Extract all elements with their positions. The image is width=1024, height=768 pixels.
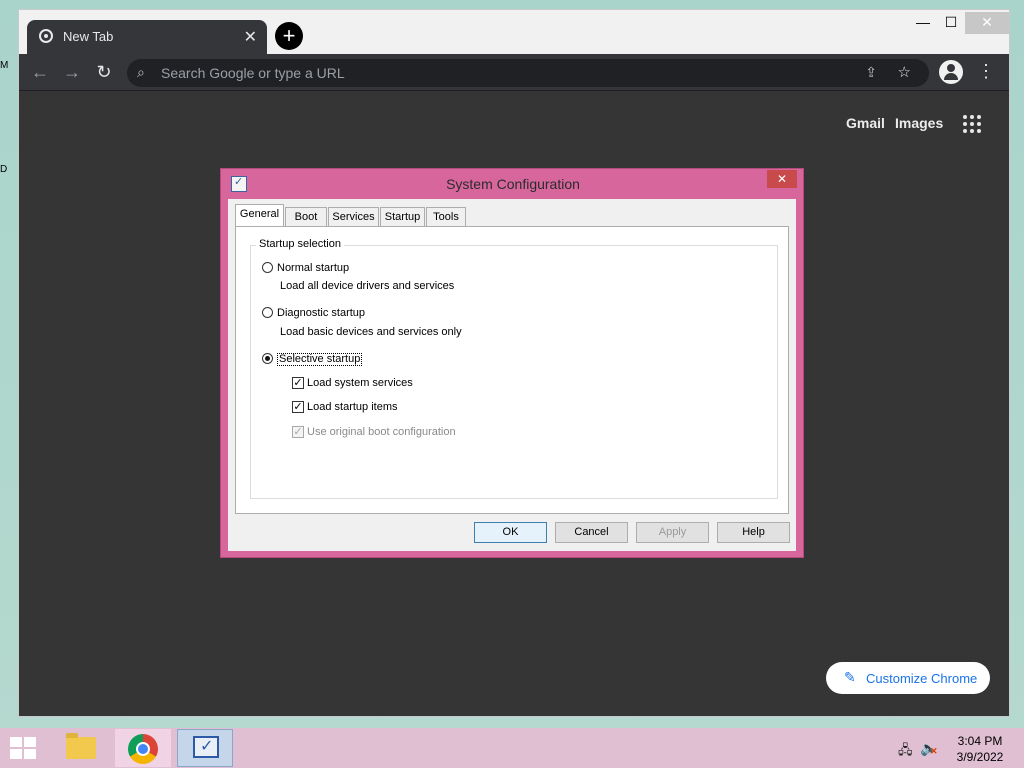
taskbar-file-explorer[interactable] — [53, 729, 109, 767]
taskbar-system-configuration[interactable] — [177, 729, 233, 767]
share-icon[interactable]: ⇪ — [865, 64, 877, 81]
diagnostic-startup-description: Load basic devices and services only — [280, 326, 462, 338]
help-button[interactable]: Help — [717, 522, 790, 543]
reload-icon[interactable]: ↻ — [93, 62, 115, 84]
diagnostic-startup-radio[interactable] — [262, 307, 273, 318]
browser-tab[interactable]: New Tab ✕ — [27, 20, 267, 54]
normal-startup-radio[interactable] — [262, 262, 273, 273]
taskbar-chrome[interactable] — [115, 729, 171, 767]
pencil-icon: ✎ — [844, 669, 856, 685]
images-link[interactable]: Images — [895, 115, 943, 131]
minimize-button[interactable]: — — [909, 12, 937, 34]
close-window-button[interactable]: ✕ — [965, 12, 1009, 34]
tab-startup[interactable]: Startup — [380, 207, 425, 227]
browser-toolbar: ← → ↻ ⌕ Search Google or type a URL ⇪ ☆ — [19, 54, 1009, 90]
msconfig-icon — [193, 736, 219, 758]
dialog-title: System Configuration — [446, 176, 580, 192]
selective-startup-radio[interactable] — [262, 353, 273, 364]
clock-time[interactable]: 3:04 PM — [950, 734, 1010, 748]
chrome-icon — [128, 734, 158, 764]
profile-avatar-icon[interactable] — [939, 60, 963, 84]
load-startup-items-checkbox[interactable]: ✓ — [292, 401, 304, 413]
selective-startup-label[interactable]: Selective startup — [277, 353, 363, 366]
normal-startup-label[interactable]: Normal startup — [277, 262, 349, 274]
system-configuration-dialog: System Configuration ✕ General Boot Serv… — [220, 168, 804, 558]
title-bar: New Tab ✕ + — ☐ ✕ — [19, 10, 1009, 54]
tab-tools[interactable]: Tools — [426, 207, 466, 227]
bookmark-star-icon[interactable]: ☆ — [898, 63, 911, 81]
folder-icon — [66, 733, 96, 759]
mute-x-icon: ✕ — [930, 746, 938, 756]
forward-arrow-icon[interactable]: → — [61, 62, 83, 84]
use-original-boot-config-checkbox: ✓ — [292, 426, 304, 438]
new-tab-button[interactable]: + — [275, 22, 303, 50]
customize-chrome-label: Customize Chrome — [866, 671, 978, 686]
gmail-link[interactable]: Gmail — [846, 115, 885, 131]
search-icon: ⌕ — [137, 64, 145, 80]
load-system-services-checkbox[interactable]: ✓ — [292, 377, 304, 389]
maximize-button[interactable]: ☐ — [937, 12, 965, 34]
apps-grid-icon[interactable] — [963, 115, 981, 133]
apply-button: Apply — [636, 522, 709, 543]
menu-kebab-icon[interactable]: ⋮ — [977, 60, 995, 84]
group-label: Startup selection — [256, 238, 344, 250]
ok-button[interactable]: OK — [474, 522, 547, 543]
dialog-close-button[interactable]: ✕ — [767, 170, 797, 188]
taskbar: 🖧 🔈 ✕ 3:04 PM 3/9/2022 — [0, 728, 1024, 768]
desktop-icon-fragment: M — [0, 60, 9, 71]
use-original-boot-config-label: Use original boot configuration — [307, 426, 456, 438]
dialog-body: General Boot Services Startup Tools Star… — [228, 199, 796, 551]
chrome-logo-icon — [39, 29, 53, 43]
tab-boot[interactable]: Boot — [285, 207, 327, 227]
tab-general[interactable]: General — [235, 204, 284, 227]
address-bar[interactable]: ⌕ Search Google or type a URL ⇪ ☆ — [127, 59, 929, 87]
clock-date[interactable]: 3/9/2022 — [950, 750, 1010, 764]
tab-close-icon[interactable]: ✕ — [244, 27, 257, 47]
load-startup-items-label[interactable]: Load startup items — [307, 401, 398, 413]
tab-title: New Tab — [63, 29, 114, 44]
address-placeholder: Search Google or type a URL — [161, 65, 345, 81]
general-tab-panel: Startup selection Normal startup Load al… — [235, 226, 789, 514]
load-system-services-label[interactable]: Load system services — [307, 377, 413, 389]
diagnostic-startup-label[interactable]: Diagnostic startup — [277, 307, 365, 319]
network-icon[interactable]: 🖧 — [898, 741, 913, 763]
back-arrow-icon[interactable]: ← — [29, 62, 51, 84]
normal-startup-description: Load all device drivers and services — [280, 280, 455, 292]
customize-chrome-button[interactable]: ✎ Customize Chrome — [826, 662, 990, 694]
desktop-icon-fragment: D — [0, 164, 8, 175]
windows-start-icon[interactable] — [10, 737, 38, 759]
tab-services[interactable]: Services — [328, 207, 379, 227]
cancel-button[interactable]: Cancel — [555, 522, 628, 543]
